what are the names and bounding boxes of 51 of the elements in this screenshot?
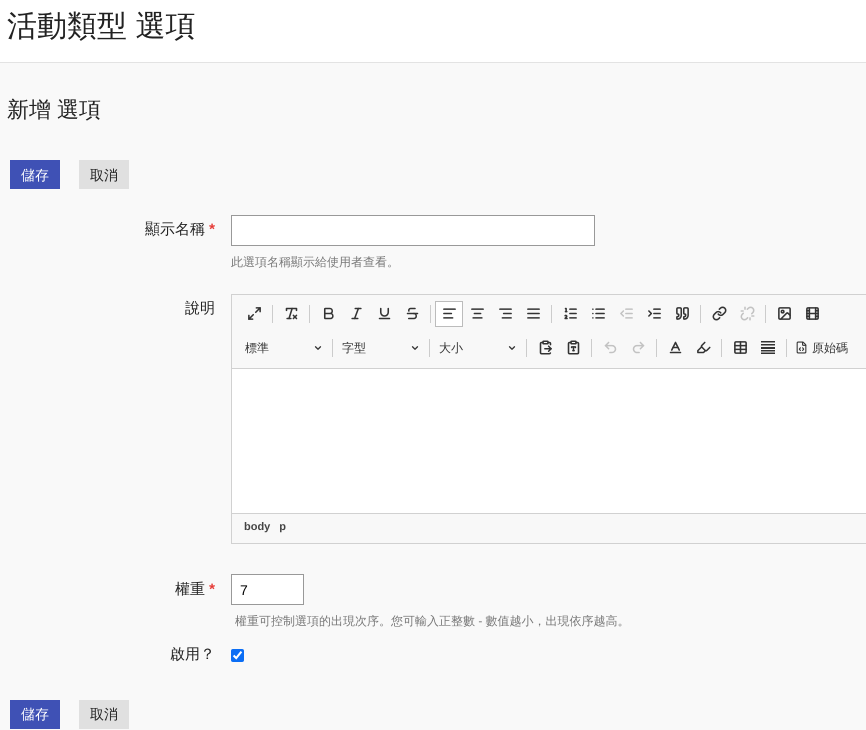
field-label: 權重 — [175, 580, 206, 600]
save-button[interactable]: 儲存 — [10, 700, 60, 728]
element-path-item[interactable]: body — [244, 518, 270, 536]
unlink-icon — [740, 306, 754, 321]
indent-icon — [646, 306, 662, 321]
highlight-icon — [696, 340, 710, 355]
required-mark: * — [209, 220, 215, 240]
underline-icon — [376, 306, 392, 321]
weight-field[interactable]: 7 — [231, 574, 304, 605]
maximize-icon — [246, 306, 262, 321]
film-icon — [804, 306, 820, 321]
page-title: 活動類型 選項 — [7, 9, 196, 45]
paste-text-icon — [566, 340, 580, 355]
field-label: 顯示名稱 — [145, 220, 206, 240]
enabled-checkbox[interactable] — [231, 648, 244, 662]
strikethrough-icon — [404, 306, 420, 321]
clear-format-icon — [284, 306, 298, 321]
image-icon — [776, 306, 792, 321]
redo-icon — [630, 340, 646, 355]
editor-dropdown[interactable]: 標準 — [240, 334, 328, 360]
quote-icon — [674, 306, 690, 321]
field-label: 啟用？ — [170, 645, 215, 665]
editor-dropdown[interactable]: 大小 — [434, 334, 522, 360]
paste-icon — [538, 340, 552, 355]
align-right-icon — [498, 306, 512, 321]
align-left-icon — [442, 306, 456, 321]
source-icon — [795, 341, 808, 354]
display-name-field[interactable] — [231, 215, 595, 246]
table-icon — [732, 340, 748, 355]
bullet-list-icon — [590, 306, 606, 321]
element-path-item[interactable]: p — [279, 518, 286, 536]
align-justify-icon — [526, 306, 540, 321]
cancel-button[interactable]: 取消 — [79, 160, 129, 189]
help-text: 權重可控制選項的出現次序。您可輸入正整數 - 數值越小，出現依序越高。 — [235, 613, 630, 630]
undo-icon — [602, 340, 618, 355]
align-center-icon — [470, 306, 484, 321]
text-color-icon — [668, 340, 682, 355]
required-mark: * — [209, 580, 215, 600]
horizontal-rule-icon — [761, 341, 775, 354]
link-icon — [712, 306, 726, 321]
form-title: 新增 選項 — [7, 96, 102, 124]
cancel-button[interactable]: 取消 — [79, 700, 129, 728]
field-label: 說明 — [185, 299, 215, 319]
outdent-icon — [618, 306, 634, 321]
editor-dropdown[interactable]: 字型 — [337, 334, 425, 360]
italic-icon — [348, 306, 364, 321]
help-text: 此選項名稱顯示給使用者查看。 — [231, 254, 399, 271]
numbered-list-icon — [562, 306, 578, 321]
save-button[interactable]: 儲存 — [10, 160, 60, 189]
source-button[interactable]: 原始碼 — [791, 334, 852, 360]
toolbar-button[interactable] — [435, 300, 463, 326]
